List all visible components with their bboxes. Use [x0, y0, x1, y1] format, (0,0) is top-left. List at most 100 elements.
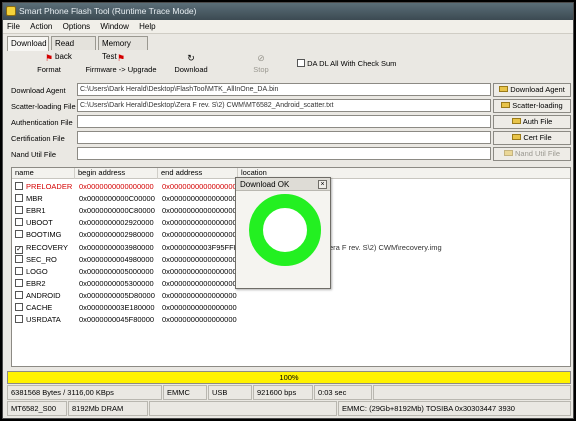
- dialog-title: Download OK: [240, 180, 290, 189]
- table-row[interactable]: CACHE 0x000000003E180000 0x000000000000000…: [12, 302, 572, 314]
- cert-file-field[interactable]: [77, 131, 491, 144]
- partition-checkbox[interactable]: [15, 278, 23, 287]
- firmware-upgrade-button[interactable]: ⚑ Firmware -> Upgrade: [83, 53, 159, 74]
- partition-checkbox[interactable]: [15, 266, 23, 275]
- begin-address-cell: 0x0000000003980000: [79, 242, 154, 252]
- partition-name-cell: EBR2: [15, 278, 46, 289]
- end-address-cell: 0x0000000000000000: [162, 254, 237, 264]
- partition-name-cell: EBR1: [15, 205, 46, 216]
- partition-name-cell: LOGO: [15, 266, 48, 277]
- location-cell: op\Zera F rev. S\2) CWM\recovery.img: [314, 242, 442, 252]
- begin-address-cell: 0x0000000002980000: [79, 230, 154, 240]
- end-address-cell: 0x0000000000000000: [162, 194, 237, 204]
- partition-checkbox[interactable]: [15, 290, 23, 299]
- da-dl-all-box[interactable]: [297, 59, 305, 67]
- folder-icon: [501, 102, 511, 108]
- folder-icon: [499, 86, 509, 92]
- status-blank: [149, 401, 337, 416]
- partition-checkbox[interactable]: [15, 315, 23, 324]
- scatter-file-field[interactable]: C:\Users\Dark Herald\Desktop\Zera F rev.…: [77, 99, 491, 112]
- partition-name-cell: ANDROID: [15, 290, 61, 301]
- download-agent-button[interactable]: Download Agent: [493, 83, 571, 97]
- menu-file[interactable]: File: [3, 20, 24, 34]
- partition-name: LOGO: [26, 266, 48, 276]
- partition-name-cell: CACHE: [15, 302, 52, 313]
- nand-util-file-button[interactable]: Nand Util File: [493, 147, 571, 161]
- partition-checkbox[interactable]: [15, 230, 23, 239]
- progress-text: 100%: [279, 373, 299, 382]
- begin-address-cell: 0x0000000005300000: [79, 278, 154, 288]
- partition-name: PRELOADER: [26, 182, 73, 191]
- progress-bar: 100%: [7, 371, 571, 384]
- partition-name-cell: SEC_RO: [15, 254, 57, 265]
- format-icon: ⚑: [44, 53, 54, 63]
- menu-window[interactable]: Window: [96, 20, 132, 34]
- end-address-cell: 0x0000000000000000: [162, 266, 237, 276]
- status-emmc: EMMC: (29Gb+8192Mb) TOSIBA 0x30303447 39…: [338, 401, 571, 416]
- stop-icon: ⊘: [257, 53, 265, 63]
- partition-name: EBR2: [26, 278, 46, 288]
- begin-address-cell: 0x0000000000C00000: [79, 194, 155, 204]
- column-name[interactable]: name: [12, 168, 74, 179]
- dialog-title-bar: Download OK ×: [236, 178, 330, 191]
- begin-address-cell: 0x0000000002920000: [79, 218, 154, 228]
- menu-help[interactable]: Help: [135, 20, 159, 34]
- status-chip: MT6582_S00: [7, 401, 67, 416]
- end-address-cell: 0x0000000000000000: [162, 303, 237, 312]
- partition-checkbox[interactable]: [15, 303, 23, 311]
- partition-checkbox[interactable]: [15, 254, 23, 263]
- partition-name-cell: USRDATA: [15, 314, 61, 325]
- cert-file-button[interactable]: Cert File: [493, 131, 571, 145]
- auth-file-field[interactable]: [77, 115, 491, 128]
- download-agent-button-label: Download Agent: [510, 85, 565, 94]
- end-address-cell: 0x0000000000000000: [162, 206, 237, 216]
- column-end-address[interactable]: end address: [157, 168, 237, 179]
- partition-checkbox[interactable]: [15, 194, 23, 203]
- da-dl-all-checkbox[interactable]: DA DL All With Check Sum: [297, 59, 396, 68]
- begin-address-cell: 0x0000000000000000: [79, 182, 154, 191]
- status-empty: [373, 385, 571, 400]
- menu-options[interactable]: Options: [59, 20, 95, 34]
- stop-button[interactable]: ⊘ Stop: [247, 53, 275, 74]
- column-begin-address[interactable]: begin address: [74, 168, 157, 179]
- menu-bar: File Action Options Window Help: [3, 20, 573, 34]
- toolbar: ⚑ Format ⚑ Firmware -> Upgrade ↻ Downloa…: [7, 51, 571, 81]
- scatter-loading-button[interactable]: Scatter-loading: [493, 99, 571, 113]
- firmware-upgrade-label: Firmware -> Upgrade: [85, 65, 157, 74]
- partition-checkbox[interactable]: [15, 182, 23, 190]
- partition-name: RECOVERY: [26, 242, 68, 252]
- partition-checkbox[interactable]: [15, 206, 23, 215]
- begin-address-cell: 0x0000000045F80000: [79, 315, 155, 325]
- partition-checkbox[interactable]: [15, 218, 23, 227]
- partition-name: CACHE: [26, 303, 53, 312]
- format-button[interactable]: ⚑ Format: [31, 53, 67, 74]
- download-ok-dialog: Download OK ×: [235, 177, 331, 289]
- tab-read-back[interactable]: Read back: [51, 36, 96, 61]
- begin-address-cell: 0x0000000005000000: [79, 266, 154, 276]
- status-dram: 8192Mb DRAM: [68, 401, 148, 416]
- end-address-cell: 0x0000000003F95FFF: [162, 242, 239, 252]
- partition-checkbox[interactable]: ✓: [15, 245, 23, 254]
- tab-download[interactable]: Download: [7, 36, 49, 51]
- close-icon[interactable]: ×: [318, 180, 327, 189]
- partition-name: ANDROID: [26, 290, 61, 300]
- partition-name: UBOOT: [26, 218, 53, 228]
- cert-file-label: Certification File: [11, 134, 65, 143]
- table-row[interactable]: ANDROID 0x0000000005D80000 0x0000000000000…: [12, 290, 572, 302]
- success-ring-icon: [249, 194, 321, 266]
- begin-address-cell: 0x000000003E180000: [79, 303, 155, 312]
- app-icon: [6, 6, 16, 16]
- partition-name: MBR: [26, 194, 43, 204]
- nand-util-file-field[interactable]: [77, 147, 491, 160]
- end-address-cell: 0x0000000000000000: [162, 230, 237, 240]
- table-row[interactable]: USRDATA 0x0000000045F80000 0x0000000000000…: [12, 314, 572, 326]
- menu-action[interactable]: Action: [26, 20, 56, 34]
- nand-util-file-button-label: Nand Util File: [514, 149, 560, 158]
- auth-file-button[interactable]: Auth File: [493, 115, 571, 129]
- download-button[interactable]: ↻ Download: [171, 53, 211, 74]
- download-agent-field[interactable]: C:\Users\Dark Herald\Desktop\FlashTool\M…: [77, 83, 491, 96]
- cert-file-button-label: Cert File: [523, 133, 552, 142]
- tab-memory-test[interactable]: Memory Test: [98, 36, 148, 61]
- status-baud: 921600 bps: [253, 385, 313, 400]
- end-address-cell: 0x0000000000000000: [162, 182, 237, 191]
